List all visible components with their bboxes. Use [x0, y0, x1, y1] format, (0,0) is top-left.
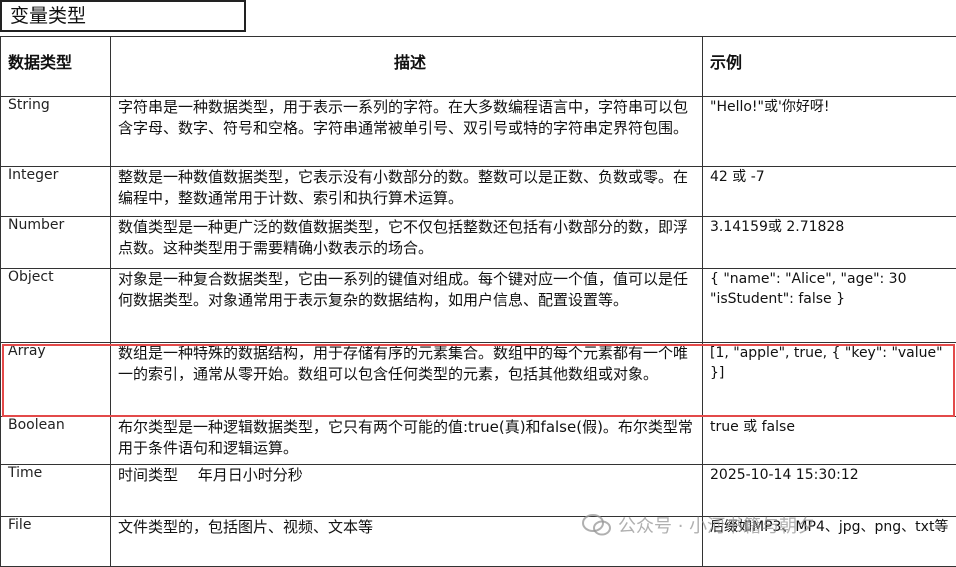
example-cell: true 或 false [703, 417, 956, 465]
description-cell: 字符串是一种数据类型，用于表示一系列的字符。在大多数编程语言中，字符串可以包含字… [111, 97, 703, 167]
example-cell: { "name": "Alice", "age": 30 "isStudent"… [703, 269, 956, 343]
type-cell: Number [1, 217, 111, 269]
header-type: 数据类型 [1, 37, 111, 97]
description-cell: 数值类型是一种更广泛的数值数据类型，它不仅包括整数还包括有小数部分的数，即浮点数… [111, 217, 703, 269]
table-row: Object 对象是一种复合数据类型，它由一系列的键值对组成。每个键对应一个值，… [1, 269, 956, 343]
header-example: 示例 [703, 37, 956, 97]
example-cell: 3.14159或 2.71828 [703, 217, 956, 269]
page-title: 变量类型 [0, 0, 246, 32]
description-cell: 时间类型 年月日小时分秒 [111, 465, 703, 517]
header-description: 描述 [111, 37, 703, 97]
table-row: Number 数值类型是一种更广泛的数值数据类型，它不仅包括整数还包括有小数部分… [1, 217, 956, 269]
type-cell: Integer [1, 167, 111, 217]
type-cell: File [1, 517, 111, 567]
type-cell: Time [1, 465, 111, 517]
table-row-highlighted: Array 数组是一种特殊的数据结构，用于存储有序的元素集合。数组中的每个元素都… [1, 343, 956, 417]
example-cell: "Hello!"或'你好呀! [703, 97, 956, 167]
description-cell: 数组是一种特殊的数据结构，用于存储有序的元素集合。数组中的每个元素都有一个唯一的… [111, 343, 703, 417]
description-cell: 整数是一种数值数据类型，它表示没有小数部分的数。整数可以是正数、负数或零。在编程… [111, 167, 703, 217]
table-header-row: 数据类型 描述 示例 [1, 37, 956, 97]
example-cell: [1, "apple", true, { "key": "value" }] [703, 343, 956, 417]
data-types-table: 数据类型 描述 示例 String 字符串是一种数据类型，用于表示一系列的字符。… [0, 36, 956, 567]
description-cell: 对象是一种复合数据类型，它由一系列的键值对组成。每个键对应一个值，值可以是任何数… [111, 269, 703, 343]
description-cell: 文件类型的，包括图片、视频、文本等 [111, 517, 703, 567]
type-cell: Boolean [1, 417, 111, 465]
example-cell: 2025-10-14 15:30:12 [703, 465, 956, 517]
table-row: File 文件类型的，包括图片、视频、文本等 后缀如MP3、MP4、jpg、pn… [1, 517, 956, 567]
type-cell: Array [1, 343, 111, 417]
table-row: String 字符串是一种数据类型，用于表示一系列的字符。在大多数编程语言中，字… [1, 97, 956, 167]
table-row: Boolean 布尔类型是一种逻辑数据类型，它只有两个可能的值:true(真)和… [1, 417, 956, 465]
example-cell: 42 或 -7 [703, 167, 956, 217]
table-row: Integer 整数是一种数值数据类型，它表示没有小数部分的数。整数可以是正数、… [1, 167, 956, 217]
description-cell: 布尔类型是一种逻辑数据类型，它只有两个可能的值:true(真)和false(假)… [111, 417, 703, 465]
type-cell: String [1, 97, 111, 167]
example-cell: 后缀如MP3、MP4、jpg、png、txt等 [703, 517, 956, 567]
table-row: Time 时间类型 年月日小时分秒 2025-10-14 15:30:12 [1, 465, 956, 517]
type-cell: Object [1, 269, 111, 343]
